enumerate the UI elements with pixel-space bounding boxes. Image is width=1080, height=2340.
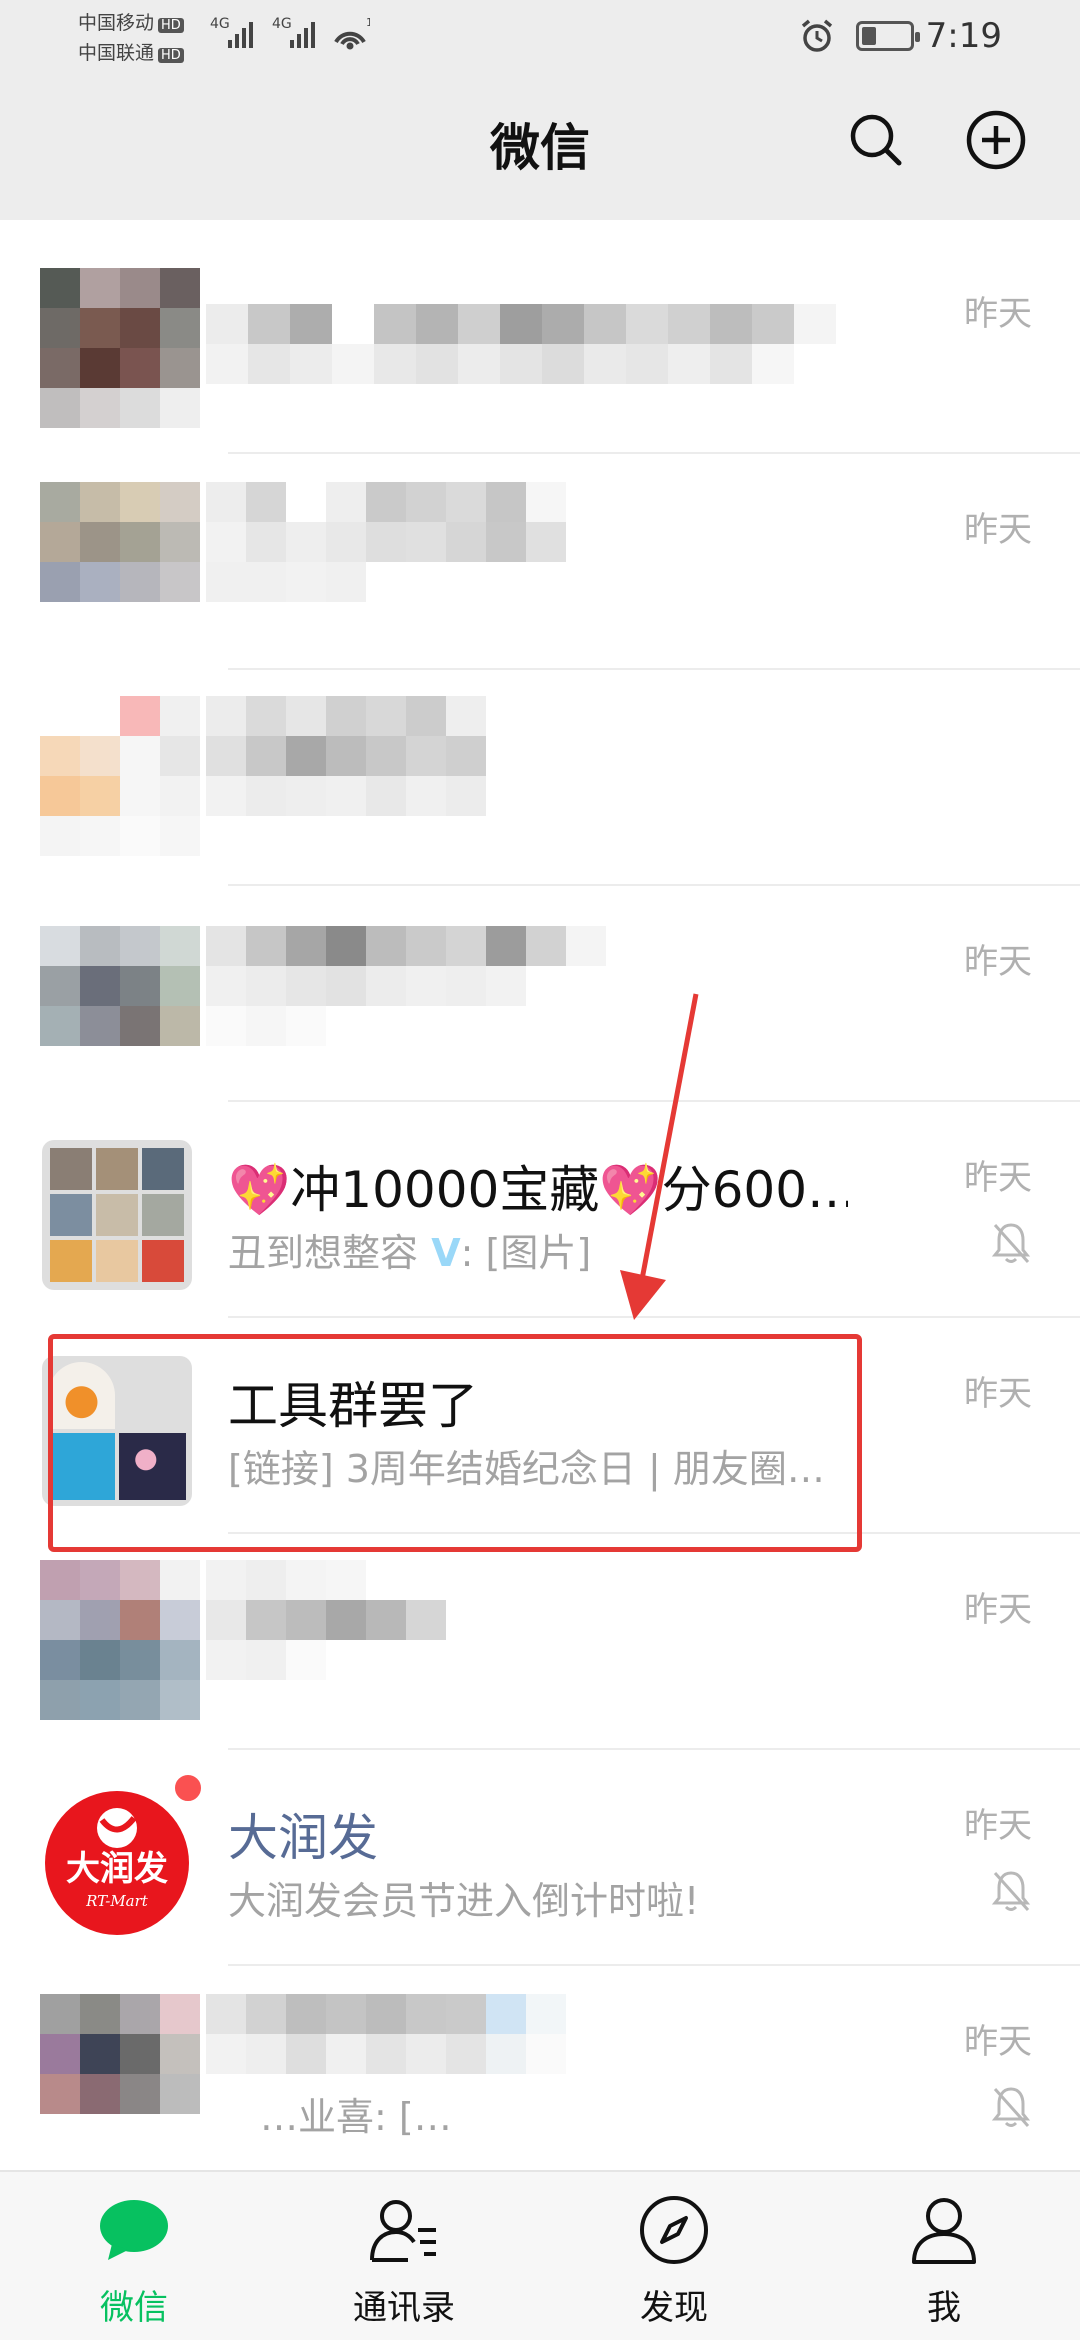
chat-time: 昨天	[964, 1158, 1032, 1198]
tab-chats[interactable]: 微信	[34, 2172, 234, 2340]
chat-row[interactable]	[0, 670, 1080, 886]
plus-circle-icon[interactable]	[964, 108, 1028, 172]
avatar	[40, 1560, 200, 1720]
chat-preview: …业喜: […	[260, 2095, 452, 2139]
tab-contacts[interactable]: 通讯录	[304, 2172, 504, 2340]
chat-list[interactable]: 昨天 昨天 昨天 💖冲10000宝藏💖分600… 丑到想整容 V: [图片] 昨…	[0, 220, 1080, 2170]
avatar	[40, 1994, 200, 2114]
tab-discover[interactable]: 发现	[574, 2172, 774, 2340]
person-icon	[912, 2198, 976, 2264]
pixelated-name	[206, 1560, 446, 1680]
highlight-box	[48, 1334, 862, 1552]
chat-time: 昨天	[964, 1806, 1032, 1846]
chat-row[interactable]: 昨天	[0, 886, 1080, 1102]
chat-bubble-icon	[100, 2200, 168, 2260]
hotspot-icon: 1	[334, 16, 370, 50]
tab-label: 我	[927, 2288, 961, 2328]
chat-time: 昨天	[964, 510, 1032, 550]
group-avatar	[42, 1140, 192, 1290]
alarm-clock-icon	[801, 19, 832, 52]
carrier-1: 中国移动 HD	[78, 8, 184, 35]
bottom-tab-bar: 微信 通讯录 发现 我	[0, 2170, 1080, 2340]
status-time: 7:19	[925, 16, 1002, 56]
avatar	[40, 482, 200, 602]
muted-bell-icon	[991, 1223, 1031, 1263]
svg-text:1: 1	[366, 16, 370, 29]
avatar	[40, 696, 200, 856]
avatar	[40, 268, 200, 428]
chat-row[interactable]: 💖冲10000宝藏💖分600… 丑到想整容 V: [图片] 昨天	[0, 1102, 1080, 1318]
pixelated-name	[206, 696, 486, 816]
search-icon[interactable]	[844, 108, 908, 172]
chat-time: 昨天	[964, 1374, 1032, 1414]
chat-row[interactable]: 昨天	[0, 454, 1080, 670]
svg-text:RT-Mart: RT-Mart	[85, 1892, 149, 1910]
chat-row[interactable]: …业喜: [… 昨天	[0, 1966, 1080, 2182]
chat-preview: 丑到想整容 V: [图片]	[228, 1231, 592, 1275]
muted-bell-icon	[991, 2087, 1031, 2127]
chat-name: 💖冲10000宝藏💖分600…	[228, 1161, 848, 1219]
network-type-2: 4G	[272, 16, 292, 32]
tab-label: 通讯录	[353, 2288, 455, 2328]
chat-preview: 大润发会员节进入倒计时啦!	[228, 1879, 700, 1923]
tab-label: 微信	[100, 2288, 168, 2328]
chat-row[interactable]: 大润发 RT-Mart 大润发 大润发会员节进入倒计时啦! 昨天	[0, 1750, 1080, 1966]
chat-row[interactable]: 昨天	[0, 1534, 1080, 1750]
app-header: 微信	[0, 72, 1080, 220]
compass-icon	[640, 2196, 708, 2264]
signal-icon	[228, 18, 253, 48]
svg-text:大润发: 大润发	[66, 1849, 168, 1889]
tab-label: 发现	[640, 2288, 708, 2328]
muted-bell-icon	[991, 1871, 1031, 1911]
pixelated-name	[206, 304, 836, 384]
status-bar: 中国移动 HD 中国联通 HD 4G 4G 1 7:19	[0, 0, 1080, 72]
rt-mart-avatar: 大润发 RT-Mart	[45, 1791, 189, 1935]
carrier-2: 中国联通 HD	[78, 38, 184, 65]
signal-icon	[290, 18, 315, 48]
avatar	[40, 926, 200, 1046]
arrow-annotation	[620, 993, 699, 1320]
pixelated-name	[206, 482, 566, 602]
battery-icon	[855, 21, 920, 51]
unread-dot	[172, 1772, 204, 1804]
page-title: 微信	[490, 119, 590, 177]
chat-name: 大润发	[228, 1809, 378, 1867]
chat-time: 昨天	[964, 942, 1032, 982]
chat-time: 昨天	[964, 294, 1032, 334]
network-type-1: 4G	[210, 16, 230, 32]
chat-row[interactable]: 昨天	[0, 238, 1080, 454]
chat-time: 昨天	[964, 2022, 1032, 2062]
contacts-icon	[370, 2200, 436, 2262]
wechat-screen: 中国移动 HD 中国联通 HD 4G 4G 1 7:19 微信 昨天 昨天 昨天…	[0, 0, 1080, 2340]
pixelated-name	[206, 926, 606, 1046]
tab-me[interactable]: 我	[844, 2172, 1044, 2340]
pixelated-name	[206, 1994, 566, 2074]
chat-time: 昨天	[964, 1590, 1032, 1630]
